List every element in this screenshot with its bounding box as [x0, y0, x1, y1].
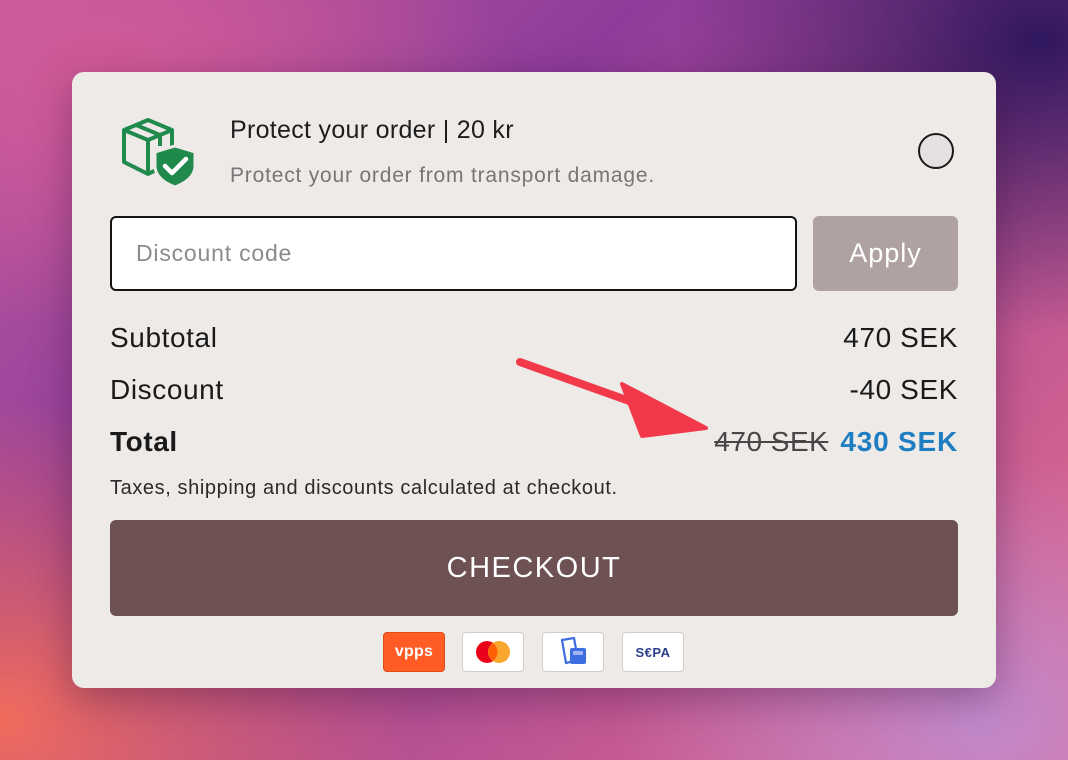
total-original-price: 470 SEK: [714, 426, 829, 457]
subtotal-label: Subtotal: [110, 322, 218, 353]
tax-note: Taxes, shipping and discounts calculated…: [110, 477, 618, 499]
discount-code-input[interactable]: [110, 216, 797, 291]
total-final-price: 430 SEK: [840, 426, 958, 457]
protection-radio[interactable]: [918, 133, 954, 169]
wallet-icon: [542, 632, 604, 672]
apply-button[interactable]: Apply: [813, 216, 958, 291]
mastercard-icon: [462, 632, 524, 672]
payment-methods: vpps S€PA: [383, 632, 687, 672]
total-label: Total: [110, 426, 178, 457]
subtotal-value: 470 SEK: [843, 322, 958, 353]
vipps-icon: vpps: [383, 632, 445, 672]
shield-box-icon: [118, 112, 198, 189]
cart-summary-card: Protect your order | 20 kr Protect your …: [72, 72, 996, 688]
discount-value: -40 SEK: [849, 374, 958, 405]
total-values: 470 SEK 430 SEK: [714, 426, 958, 458]
discount-label: Discount: [110, 374, 224, 405]
sepa-icon: S€PA: [622, 632, 684, 672]
protection-subtitle: Protect your order from transport damage…: [230, 164, 655, 187]
checkout-button[interactable]: CHECKOUT: [110, 520, 958, 616]
protection-title: Protect your order | 20 kr: [230, 116, 514, 144]
